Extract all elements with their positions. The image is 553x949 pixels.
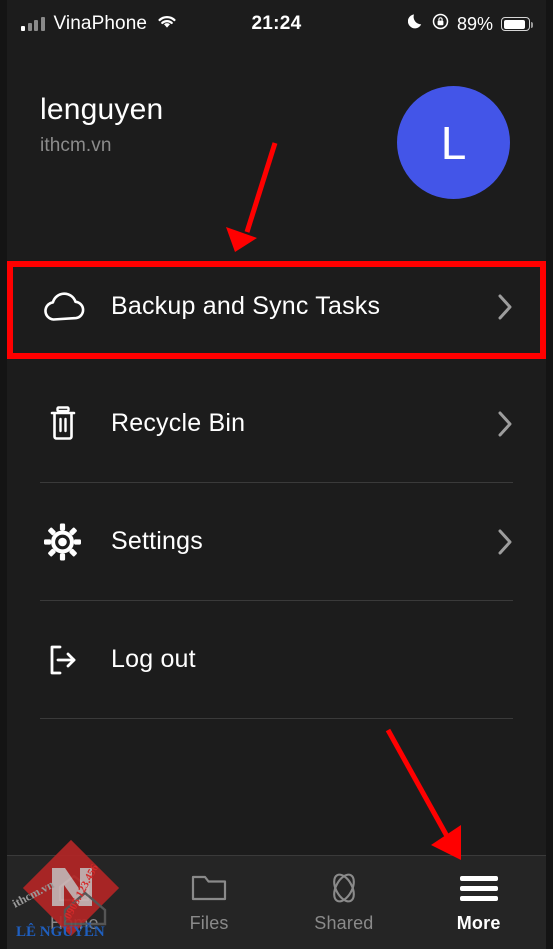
tab-label: Home bbox=[49, 913, 99, 933]
menu-item-recycle-bin[interactable]: Recycle Bin bbox=[7, 365, 546, 482]
avatar[interactable]: L bbox=[397, 86, 510, 199]
menu-item-log-out[interactable]: Log out bbox=[7, 601, 546, 718]
home-icon bbox=[56, 871, 92, 905]
status-bar: VinaPhone 21:24 89% bbox=[7, 0, 546, 48]
tab-label: More bbox=[456, 913, 501, 933]
battery-icon bbox=[501, 17, 534, 31]
trash-icon bbox=[40, 402, 102, 446]
hamburger-icon bbox=[459, 871, 498, 905]
chevron-right-icon bbox=[497, 293, 513, 321]
phone-frame: VinaPhone 21:24 89% lenguyen ithcm.vn L … bbox=[0, 0, 553, 949]
account-header: lenguyen ithcm.vn L bbox=[7, 48, 546, 248]
menu-item-label: Log out bbox=[111, 645, 196, 673]
wifi-icon bbox=[156, 13, 178, 35]
battery-percent-label: 89% bbox=[456, 13, 493, 34]
menu-item-label: Settings bbox=[111, 527, 203, 555]
tab-label: Files bbox=[189, 913, 229, 933]
chevron-right-icon bbox=[497, 410, 513, 438]
rotation-lock-icon bbox=[432, 13, 449, 35]
status-bar-right: 89% bbox=[407, 13, 534, 35]
cloud-icon bbox=[40, 289, 102, 325]
account-name: lenguyen bbox=[40, 93, 164, 126]
carrier-label: VinaPhone bbox=[53, 13, 148, 34]
moon-icon bbox=[407, 13, 424, 35]
app-screen: VinaPhone 21:24 89% lenguyen ithcm.vn L … bbox=[7, 0, 546, 949]
account-domain: ithcm.vn bbox=[40, 135, 112, 156]
tab-files[interactable]: Files bbox=[142, 856, 277, 949]
folder-icon bbox=[190, 871, 228, 905]
tab-home[interactable]: Home bbox=[7, 856, 142, 949]
avatar-initial: L bbox=[440, 116, 467, 169]
tab-shared[interactable]: Shared bbox=[277, 856, 412, 949]
menu-item-label: Recycle Bin bbox=[111, 409, 246, 437]
tab-more[interactable]: More bbox=[411, 856, 546, 949]
arrow-to-more-tab bbox=[385, 728, 461, 860]
chevron-right-icon bbox=[497, 528, 513, 556]
menu-item-settings[interactable]: Settings bbox=[7, 483, 546, 600]
more-menu-list: Backup and Sync Tasks Recycle Bin Settin… bbox=[7, 248, 546, 719]
account-text-block: lenguyen ithcm.vn bbox=[40, 93, 163, 157]
shared-icon bbox=[324, 871, 364, 905]
menu-item-backup-and-sync-tasks[interactable]: Backup and Sync Tasks bbox=[7, 248, 546, 365]
menu-divider bbox=[40, 718, 513, 719]
status-bar-left: VinaPhone bbox=[21, 13, 178, 35]
tab-label: Shared bbox=[314, 913, 374, 933]
clock-label: 21:24 bbox=[251, 13, 302, 34]
gear-icon bbox=[40, 521, 102, 563]
logout-icon bbox=[40, 639, 102, 681]
signal-bars-icon bbox=[21, 17, 45, 31]
bottom-tab-bar: Home Files Shared More bbox=[7, 855, 546, 949]
menu-item-label: Backup and Sync Tasks bbox=[111, 292, 381, 320]
